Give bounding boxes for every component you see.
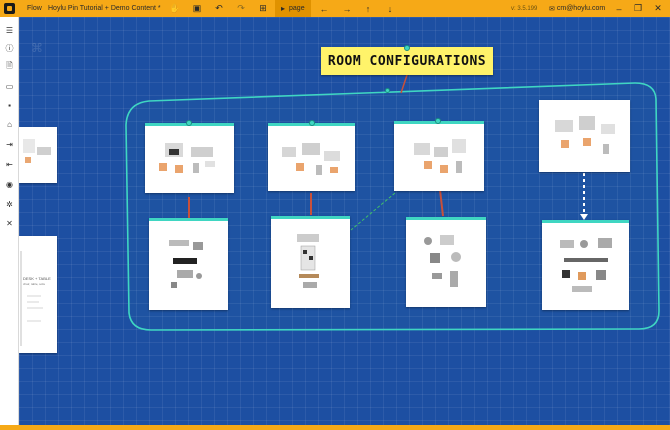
export-icon[interactable]: ⇤ [0, 157, 19, 171]
whiteboard-canvas[interactable]: ⌘ DESK + TABLE chair, table, sofa ROOM C… [19, 17, 670, 425]
user-email: cm@hoylu.com [556, 5, 606, 12]
card-handle[interactable] [309, 120, 315, 126]
page-label: page [289, 5, 305, 12]
card-band [542, 220, 629, 223]
note-handle[interactable] [404, 45, 410, 51]
app-logo[interactable] [4, 0, 15, 17]
save-icon[interactable]: ▪ [0, 98, 19, 112]
close-window-icon[interactable]: ✕ [652, 0, 664, 17]
frame-handle[interactable] [385, 88, 390, 93]
hand-icon[interactable]: ✋ [169, 0, 181, 17]
import-icon[interactable]: ⇥ [0, 137, 19, 151]
left-toolbar: ☰ ⓘ 🗎 ▭ ▪ ⌂ ⇥ ⇤ ◉ ✲ ✕ [0, 17, 19, 425]
floorplan-4 [560, 238, 612, 292]
document-title: Hoylu Pin Tutorial + Demo Content * [48, 5, 161, 12]
room-card-4[interactable] [539, 100, 630, 172]
arrow-left-icon[interactable]: ← [318, 0, 330, 17]
floorplan-card-2[interactable] [271, 216, 350, 308]
home-icon[interactable]: ⌂ [0, 117, 19, 131]
camera-icon[interactable]: ◉ [0, 177, 19, 191]
folder-open-icon[interactable]: ▭ [0, 79, 19, 93]
room-card-3[interactable] [394, 121, 484, 191]
room-render-4 [555, 116, 615, 154]
minimize-icon[interactable]: – [613, 0, 625, 17]
info-icon[interactable]: ⓘ [0, 41, 19, 55]
settings-icon[interactable]: ✲ [0, 197, 19, 211]
card-handle[interactable] [186, 120, 192, 126]
arrow-up-icon[interactable]: ↑ [362, 0, 374, 17]
card-band [149, 218, 228, 221]
floorplan-card-4[interactable] [542, 220, 629, 310]
close-icon[interactable]: ✕ [0, 216, 19, 230]
room-render-3 [414, 139, 466, 173]
card-handle[interactable] [435, 118, 441, 124]
version-label: v: 3.5.199 [511, 5, 538, 12]
room-card-1[interactable] [145, 123, 234, 193]
arrow-down-icon[interactable]: ↓ [384, 0, 396, 17]
floorplan-2 [297, 234, 319, 288]
title-connector [400, 74, 408, 94]
save-icon[interactable]: ▣ [191, 0, 203, 17]
page-icon: ▸ [281, 4, 286, 13]
page-selector[interactable]: ▸ page [275, 0, 311, 17]
restore-icon[interactable]: ❐ [632, 0, 644, 17]
floorplan-card-3[interactable] [406, 217, 486, 307]
globe-icon[interactable]: ⊞ [257, 0, 269, 17]
title-bar: Flow Hoylu Pin Tutorial + Demo Content *… [0, 0, 670, 17]
floorplan-3 [424, 235, 461, 287]
card-band [271, 216, 350, 219]
room-render-2 [282, 143, 340, 175]
title-sticky-note[interactable]: ROOM CONFIGURATIONS [321, 47, 493, 75]
menu-flow[interactable]: Flow [27, 0, 42, 17]
room-render-1 [159, 143, 215, 173]
card-band [406, 217, 486, 220]
bottom-bar [0, 425, 670, 430]
floorplan-1 [169, 240, 203, 288]
room-card-2[interactable] [268, 123, 355, 191]
arrow-right-icon[interactable]: → [341, 0, 353, 17]
account-menu[interactable]: ✉ cm@hoylu.com [549, 0, 605, 17]
undo-icon[interactable]: ↶ [213, 0, 225, 17]
redo-icon[interactable]: ↷ [235, 0, 247, 17]
document-icon[interactable]: 🗎 [0, 60, 19, 74]
floorplan-card-1[interactable] [149, 218, 228, 310]
menu-icon[interactable]: ☰ [0, 23, 19, 37]
mail-icon: ✉ [549, 5, 555, 13]
